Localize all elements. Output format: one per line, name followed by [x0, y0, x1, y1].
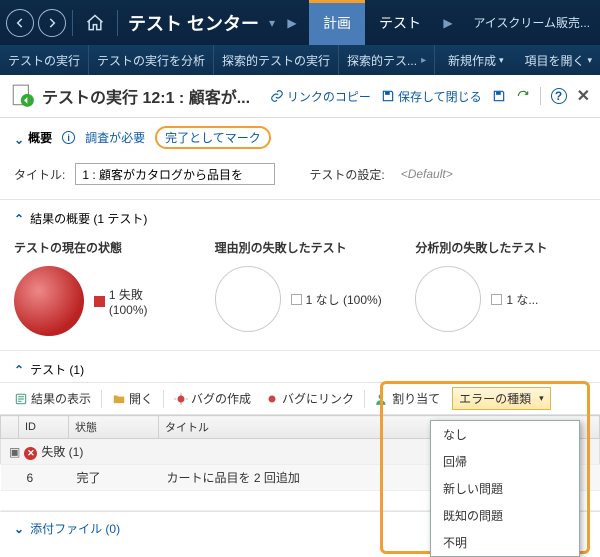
app-title: テスト センター — [128, 10, 259, 36]
overview-label: 概要 — [28, 129, 52, 146]
status-current-heading: テストの現在の状態 — [14, 239, 185, 256]
attachments-heading: 添付ファイル (0) — [30, 520, 120, 537]
menu-item-unknown[interactable]: 不明 — [431, 529, 579, 556]
assign-label: 割り当て — [392, 390, 440, 407]
menu-item-known[interactable]: 既知の問題 — [431, 502, 579, 529]
test-run-icon — [10, 83, 36, 109]
legend-reason: 1 なし (100%) — [306, 291, 382, 308]
status-reason-heading: 理由別の失敗したテスト — [215, 239, 386, 256]
status-circle-analysis — [415, 266, 481, 332]
overview-toggle[interactable]: 概要 — [14, 129, 52, 146]
status-circle-reason — [215, 266, 281, 332]
link-bug-button[interactable]: バグにリンク — [259, 388, 360, 409]
tests-toggle[interactable]: テスト (1) — [14, 361, 586, 378]
menu-item-regression[interactable]: 回帰 — [431, 448, 579, 475]
breadcrumb-dropdown[interactable]: ▾ — [265, 16, 279, 30]
settings-label: テストの設定: — [309, 166, 384, 183]
chevron-right-icon: ▶ — [285, 16, 299, 30]
menu-item-none[interactable]: なし — [431, 421, 579, 448]
legend-analysis: 1 な... — [506, 291, 538, 308]
open-label: 開く — [129, 390, 153, 407]
copy-link-button[interactable]: リンクのコピー — [270, 88, 371, 105]
show-results-label: 結果の表示 — [31, 390, 91, 407]
chevron-right-icon: ▶ — [441, 16, 455, 30]
swatch-empty2 — [491, 294, 502, 305]
tab-test[interactable]: テスト — [365, 0, 435, 45]
close-button[interactable]: ✕ — [577, 86, 590, 106]
fail-icon: ✕ — [24, 447, 37, 460]
cell-id: 6 — [19, 465, 69, 491]
save-close-button[interactable]: 保存して閉じる — [381, 88, 482, 105]
results-heading: 結果の概要 (1 テスト) — [30, 210, 147, 227]
col-state[interactable]: 状態 — [69, 416, 159, 439]
help-button[interactable]: ? — [551, 88, 567, 104]
swatch-red — [94, 296, 105, 307]
error-type-menu: なし 回帰 新しい問題 既知の問題 不明 — [430, 420, 580, 557]
title-input[interactable] — [75, 163, 275, 185]
forward-button[interactable] — [38, 9, 66, 37]
home-button[interactable] — [81, 9, 109, 37]
title-label: タイトル: — [14, 166, 65, 183]
copy-link-label: リンクのコピー — [287, 88, 371, 105]
swatch-empty — [291, 294, 302, 305]
menu-item-new[interactable]: 新しい問題 — [431, 475, 579, 502]
col-id[interactable]: ID — [19, 416, 69, 439]
status-analysis-heading: 分析別の失敗したテスト — [415, 239, 586, 256]
new-item-dropdown[interactable]: 新規作成 — [440, 52, 512, 69]
sub-exploratory[interactable]: 探索的テストの実行 — [214, 45, 339, 75]
breadcrumb-overflow[interactable]: アイスクリーム販売... — [467, 14, 596, 31]
settings-value: <Default> — [401, 167, 453, 181]
error-type-dropdown[interactable]: エラーの種類 — [452, 387, 551, 410]
error-type-label: エラーの種類 — [459, 390, 531, 407]
status-circle-fail — [14, 266, 84, 336]
save-close-label: 保存して閉じる — [398, 88, 482, 105]
link-bug-label: バグにリンク — [282, 390, 354, 407]
create-bug-label: バグの作成 — [191, 390, 251, 407]
sub-exploratory-more[interactable]: 探索的テス... — [339, 45, 435, 75]
back-button[interactable] — [6, 9, 34, 37]
create-bug-button[interactable]: バグの作成 — [168, 388, 257, 409]
legend-fail: 1 失敗 (100%) — [109, 286, 185, 317]
save-button[interactable] — [492, 89, 506, 103]
mark-done-link[interactable]: 完了としてマーク — [155, 126, 271, 149]
tab-plan[interactable]: 計画 — [309, 0, 365, 45]
info-icon: i — [62, 131, 75, 144]
refresh-button[interactable] — [516, 89, 530, 103]
cell-state: 完了 — [69, 465, 159, 491]
investigate-link[interactable]: 調査が必要 — [85, 129, 145, 146]
assign-button[interactable]: 割り当て — [369, 388, 446, 409]
editor-title: テストの実行 12:1 : 顧客が... — [42, 84, 270, 108]
tests-heading: テスト (1) — [30, 361, 84, 378]
open-button[interactable]: 開く — [106, 388, 159, 409]
results-toggle[interactable]: 結果の概要 (1 テスト) — [14, 210, 586, 227]
sub-run-tests[interactable]: テストの実行 — [0, 45, 89, 75]
open-item-dropdown[interactable]: 項目を開く — [516, 52, 600, 69]
show-results-button[interactable]: 結果の表示 — [8, 388, 97, 409]
group-label: 失敗 (1) — [41, 445, 83, 459]
sub-analyze[interactable]: テストの実行を分析 — [89, 45, 214, 75]
col-expand[interactable] — [1, 416, 19, 439]
